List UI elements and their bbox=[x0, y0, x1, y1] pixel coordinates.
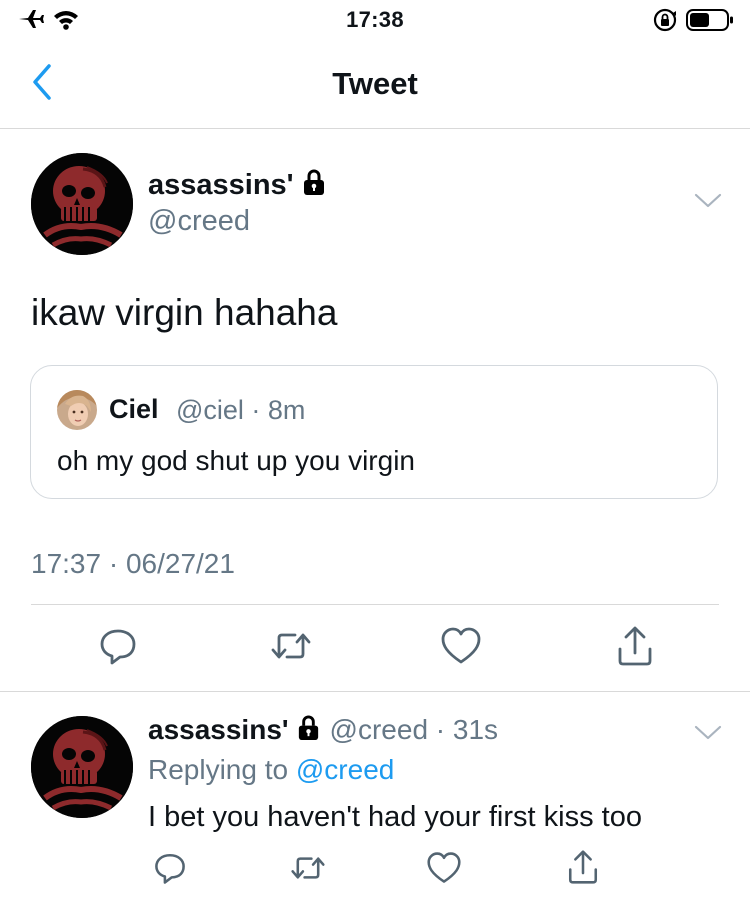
reply-share-button[interactable] bbox=[562, 848, 604, 890]
share-button[interactable] bbox=[612, 625, 658, 671]
orientation-lock-icon bbox=[652, 7, 678, 38]
tweet-timestamp: 17:37 · 06/27/21 bbox=[31, 548, 235, 579]
status-bar: 17:38 bbox=[0, 0, 750, 40]
reply-retweet-button[interactable] bbox=[287, 850, 329, 890]
reply-like-button[interactable] bbox=[423, 850, 465, 890]
quoted-tweet[interactable]: Ciel @ciel · 8m oh my god shut up you vi… bbox=[30, 365, 718, 499]
author-handle[interactable]: @creed bbox=[148, 205, 250, 238]
author-name-line: assassins' bbox=[148, 168, 328, 202]
page-title: Tweet bbox=[332, 66, 418, 101]
reply-author-line: assassins' @creed · 31s bbox=[148, 714, 498, 746]
avatar[interactable] bbox=[31, 153, 133, 255]
quoted-text: oh my god shut up you virgin bbox=[57, 445, 415, 476]
retweet-button[interactable] bbox=[268, 625, 314, 671]
quoted-avatar bbox=[57, 390, 97, 430]
status-right bbox=[652, 7, 734, 38]
lock-icon bbox=[300, 168, 328, 201]
tweet-text: ikaw virgin hahaha bbox=[31, 292, 338, 333]
reply-avatar[interactable] bbox=[31, 716, 133, 818]
reply-button[interactable] bbox=[95, 625, 141, 671]
reply-text: I bet you haven't had your first kiss to… bbox=[148, 801, 642, 833]
nav-bar: Tweet bbox=[0, 44, 750, 129]
skull-avatar-image bbox=[31, 716, 133, 818]
battery-icon bbox=[686, 8, 734, 37]
divider bbox=[31, 604, 719, 605]
reply-reply-button[interactable] bbox=[149, 850, 191, 890]
reply-meta: @creed · 31s bbox=[329, 714, 499, 745]
chevron-down-icon bbox=[693, 725, 723, 746]
author-display-name[interactable]: assassins' bbox=[148, 169, 294, 201]
reply-display-name[interactable]: assassins' bbox=[148, 714, 289, 745]
retweet-icon bbox=[289, 851, 327, 890]
replying-handle-link[interactable]: @creed bbox=[296, 754, 394, 785]
replying-to-line: Replying to @creed bbox=[148, 754, 394, 786]
skull-avatar-image bbox=[31, 153, 133, 255]
share-icon bbox=[615, 625, 655, 672]
like-button[interactable] bbox=[438, 625, 484, 671]
status-time: 17:38 bbox=[346, 7, 404, 32]
reply-icon bbox=[98, 626, 138, 671]
share-icon bbox=[566, 849, 600, 890]
replying-prefix: Replying to bbox=[148, 754, 289, 785]
tweet-options-button[interactable] bbox=[693, 190, 723, 215]
heart-icon bbox=[426, 851, 462, 890]
retweet-icon bbox=[269, 626, 313, 671]
heart-icon bbox=[440, 626, 482, 671]
lock-icon bbox=[295, 714, 322, 746]
reply-icon bbox=[153, 851, 187, 890]
section-divider bbox=[0, 691, 750, 692]
quoted-display-name: Ciel bbox=[109, 394, 159, 424]
quoted-meta: @ciel · 8m bbox=[176, 395, 306, 425]
reply-options-button[interactable] bbox=[693, 722, 723, 747]
chevron-down-icon bbox=[693, 193, 723, 214]
